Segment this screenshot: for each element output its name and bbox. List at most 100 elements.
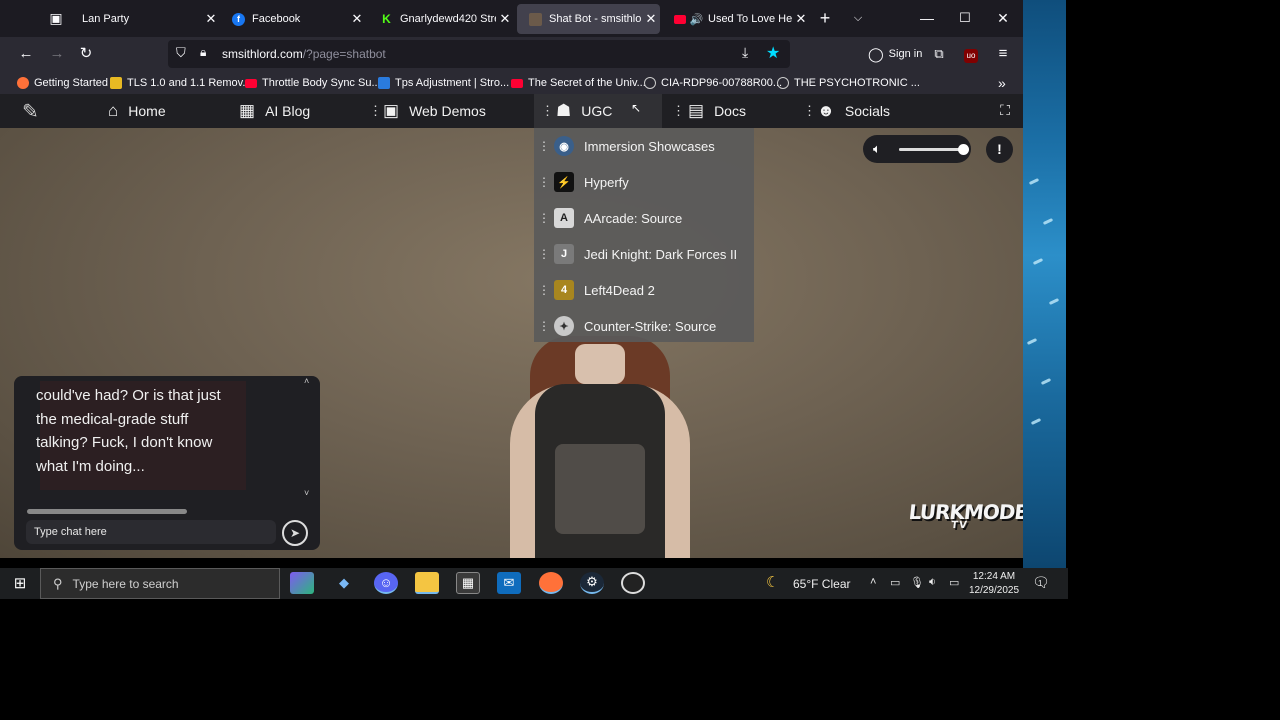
address-bar[interactable]: ⛉ 🔒︎ smsithlord.com/?page=shatbot ⤓ ★	[168, 40, 790, 68]
bookmark-throttle-body[interactable]: Throttle Body Sync Su...	[245, 75, 381, 91]
discord-icon[interactable]: ☺	[374, 572, 398, 594]
menu-item-immersion-showcases[interactable]: ⋮ ◉ Immersion Showcases	[534, 128, 754, 164]
app-launcher-icon[interactable]: ◆	[332, 572, 356, 594]
bookmark-tps-adjustment[interactable]: Tps Adjustment | Stro...	[378, 75, 509, 91]
minimize-icon[interactable]: —	[917, 8, 937, 28]
firefox-icon[interactable]	[539, 572, 563, 594]
copilot-icon[interactable]	[290, 572, 314, 594]
speaker-icon[interactable]: 🔉︎	[929, 576, 936, 589]
close-icon[interactable]: ✕	[202, 11, 220, 27]
info-alert-icon[interactable]: !	[986, 136, 1013, 163]
tab-shat-bot[interactable]: Shat Bot - smsithlord.c ✕	[517, 4, 660, 34]
new-tab-icon[interactable]: +	[815, 8, 835, 28]
menu-item-hyperfy[interactable]: ⋮ ⚡ Hyperfy	[534, 164, 754, 200]
tab-used-to-love-her[interactable]: 🔊 Used To Love Her ✕	[662, 4, 810, 34]
tab-lan-party[interactable]: Lan Party ✕	[70, 4, 220, 34]
microphone-icon[interactable]: 🎙︎	[910, 576, 924, 589]
drag-handle-icon[interactable]: ⋮	[672, 103, 685, 119]
scroll-down-icon[interactable]: ˅	[304, 488, 309, 498]
shield-icon[interactable]: ⛉	[176, 45, 186, 61]
drag-handle-icon[interactable]: ⋮	[534, 211, 554, 225]
bookmark-psychotronic[interactable]: THE PSYCHOTRONIC ...	[777, 75, 920, 91]
nav-ai-blog[interactable]: ▦ AI Blog	[239, 94, 310, 128]
drag-handle-icon[interactable]: ⋮	[534, 247, 554, 261]
url-text[interactable]: smsithlord.com/?page=shatbot	[222, 47, 386, 61]
volume-slider[interactable]	[899, 144, 969, 155]
drag-handle-icon[interactable]: ⋮	[534, 139, 554, 153]
site-logo-icon[interactable]: ✎	[22, 94, 39, 128]
menu-item-aarcade[interactable]: ⋮ A AArcade: Source	[534, 200, 754, 236]
drag-handle-icon[interactable]: ⋮	[369, 103, 382, 119]
maximize-icon[interactable]: ☐	[955, 8, 975, 28]
tab-overview-icon[interactable]: ▣	[46, 8, 66, 28]
tab-facebook[interactable]: f Facebook ✕	[220, 4, 366, 34]
back-icon[interactable]: ←	[15, 43, 37, 65]
windows-start-icon[interactable]: ⊞	[8, 572, 32, 594]
speaker-icon[interactable]: 🔊	[690, 13, 704, 26]
bookmark-cia-rdp[interactable]: CIA-RDP96-00788R00...	[644, 75, 782, 91]
nav-ugc[interactable]: ☗ UGC	[556, 94, 612, 128]
projector-icon: ▣	[383, 101, 400, 120]
drag-handle-icon[interactable]: ⋮	[534, 319, 554, 333]
bookmark-label: TLS 1.0 and 1.1 Remov...	[127, 77, 252, 89]
volume-knob[interactable]	[958, 144, 969, 155]
nav-web-demos[interactable]: ▣ Web Demos	[383, 94, 486, 128]
menu-item-left4dead2[interactable]: ⋮ 4 Left4Dead 2	[534, 272, 754, 308]
reload-icon[interactable]: ↻	[75, 43, 97, 65]
wallpaper-fish	[1028, 178, 1040, 185]
taskbar-search-box[interactable]: ⚲ Type here to search	[40, 568, 280, 599]
sign-in-button[interactable]: ◯ Sign in	[862, 41, 928, 67]
bookmark-star-icon[interactable]: ★	[766, 43, 780, 63]
outlook-icon[interactable]: ✉	[497, 572, 521, 594]
clock[interactable]: 12:24 AM 12/29/2025	[964, 570, 1024, 598]
close-icon[interactable]: ✕	[642, 11, 660, 27]
chat-horizontal-scrollbar[interactable]	[27, 509, 187, 514]
left4dead-icon: 4	[554, 280, 574, 300]
window-close-icon[interactable]: ✕	[993, 8, 1013, 28]
drag-handle-icon[interactable]: ⋮	[541, 103, 554, 119]
drag-handle-icon[interactable]: ⋮	[534, 175, 554, 189]
list-tabs-icon[interactable]: ⌵	[848, 8, 868, 28]
drag-handle-icon[interactable]: ⋮	[803, 103, 816, 119]
bookmark-secret-univ[interactable]: The Secret of the Univ...	[511, 75, 646, 91]
windows-taskbar: ⊞ ⚲ Type here to search ◆ ☺ ▦ ✉ ⚙ ☾ 65°F…	[0, 568, 1068, 599]
send-icon[interactable]: ➤	[282, 520, 308, 546]
chat-input[interactable]	[26, 520, 276, 544]
menu-item-jedi-knight[interactable]: ⋮ J Jedi Knight: Dark Forces II	[534, 236, 754, 272]
fullscreen-icon[interactable]: ⛶	[996, 102, 1014, 120]
tray-overflow-icon[interactable]: ˄	[870, 576, 876, 588]
close-icon[interactable]: ✕	[348, 11, 366, 27]
nav-socials[interactable]: ☻ Socials	[817, 94, 890, 128]
meet-now-icon[interactable]: ▭	[890, 576, 900, 589]
obs-icon[interactable]	[621, 572, 645, 594]
aarcade-logo-icon: A	[554, 208, 574, 228]
mouse-cursor-icon: ↖	[631, 101, 642, 115]
menu-icon[interactable]: ≡	[992, 43, 1014, 65]
scroll-up-icon[interactable]: ˄	[304, 376, 309, 386]
microsoft-store-icon[interactable]: ▦	[456, 572, 480, 594]
network-icon[interactable]: ▭	[949, 576, 959, 589]
volume-icon[interactable]: 🔈︎	[873, 141, 881, 157]
youtube-icon	[245, 78, 257, 88]
facebook-icon: f	[232, 12, 245, 26]
lock-icon[interactable]: 🔒︎	[200, 45, 206, 60]
nav-home[interactable]: ⌂ Home	[108, 94, 166, 128]
more-bookmarks-icon[interactable]: »	[998, 75, 1006, 91]
close-icon[interactable]: ✕	[496, 11, 514, 27]
close-icon[interactable]: ✕	[792, 11, 810, 27]
drag-handle-icon[interactable]: ⋮	[534, 283, 554, 297]
extensions-icon[interactable]: ⧉	[928, 43, 950, 65]
notification-center-icon[interactable]: 🗨︎ 1	[1032, 574, 1050, 591]
nav-home-label: Home	[128, 103, 166, 119]
ublock-icon[interactable]: uo	[960, 43, 982, 65]
nav-docs[interactable]: ▤ Docs	[688, 94, 746, 128]
forward-icon[interactable]: →	[46, 43, 68, 65]
bookmark-getting-started[interactable]: Getting Started	[17, 75, 108, 91]
weather-text[interactable]: 65°F Clear	[793, 577, 851, 591]
download-icon[interactable]: ⤓	[742, 44, 748, 61]
tab-gnarlydewd[interactable]: K Gnarlydewd420 Stream ✕	[368, 4, 514, 34]
file-explorer-icon[interactable]	[415, 572, 439, 594]
menu-item-counter-strike[interactable]: ⋮ ✦ Counter-Strike: Source	[534, 308, 754, 344]
steam-icon[interactable]: ⚙	[580, 572, 604, 594]
bookmark-tls[interactable]: TLS 1.0 and 1.1 Remov...	[110, 75, 252, 91]
